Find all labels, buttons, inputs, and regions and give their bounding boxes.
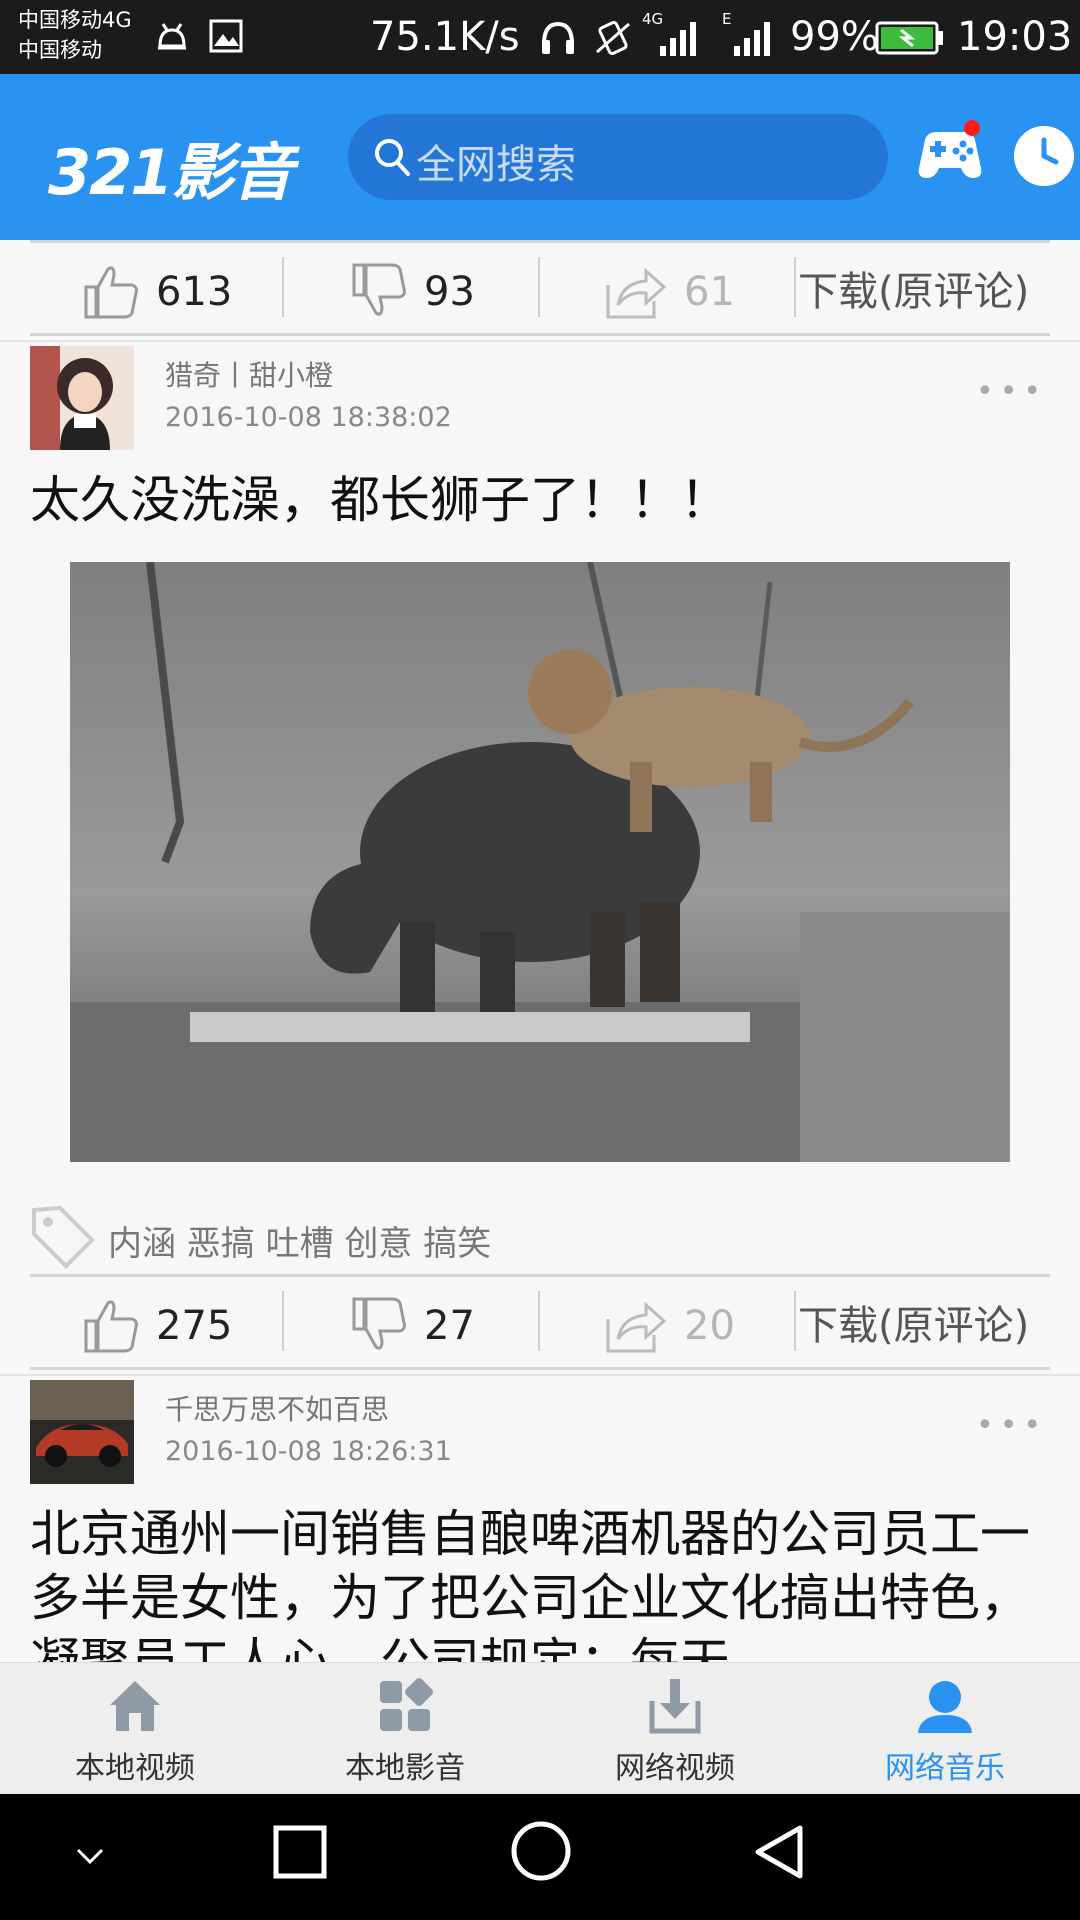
like-button[interactable]: 613 [80,243,280,339]
thumbs-down-icon [352,1297,406,1350]
share-count: 20 [684,1303,735,1349]
share-icon [606,1301,667,1353]
content-feed[interactable]: 613 93 61 下载(原评论) 猎奇丨甜小橙 2016-10-08 18:3… [0,240,1080,1662]
tag-icon [32,1205,95,1269]
post-date: 2016-10-08 18:26:31 [165,1436,452,1467]
post-date: 2016-10-08 18:38:02 [165,402,452,433]
carrier-line-2: 中国移动 [18,38,102,62]
post-action-bar: 613 93 61 下载(原评论) [30,240,1050,336]
dislike-button[interactable]: 27 [348,1277,528,1373]
avatar[interactable] [30,346,134,450]
dislike-count: 27 [424,1303,475,1349]
notification-dot [964,120,980,136]
tab-label: 本地影音 [345,1751,465,1786]
thumbs-up-icon [84,266,138,319]
dislike-count: 93 [424,269,475,315]
carrier-info: 中国移动4G 中国移动 [18,5,132,65]
clock-time: 19:03 [957,14,1073,60]
post-title[interactable]: 北京通州一间销售自酿啤酒机器的公司员工一多半是女性，为了把公司企业文化搞出特色，… [30,1502,1050,1662]
share-icon [606,267,667,319]
app-logo: 321影音 [48,136,293,209]
battery-icon [875,21,943,55]
more-options-button[interactable]: ••• [976,374,1047,409]
vibrate-icon [596,20,630,56]
tab-online-video[interactable]: 网络视频 [540,1663,810,1795]
post-separator [0,340,1080,342]
thumbs-down-icon [352,263,406,316]
post-separator [0,1374,1080,1376]
dislike-button[interactable]: 93 [348,243,528,339]
tab-label: 网络音乐 [885,1751,1005,1786]
sports-car-avatar [30,1380,134,1484]
signal-icon [660,22,696,56]
like-count: 275 [156,1303,233,1349]
like-button[interactable]: 275 [80,1277,280,1373]
tag-list[interactable]: 内涵 恶搞 吐槽 创意 搞笑 [108,1216,491,1265]
share-button[interactable]: 61 [604,243,764,339]
headphones-icon [542,21,574,54]
search-placeholder: 全网搜索 [416,142,576,188]
home-circle-icon[interactable] [510,1820,572,1882]
bottom-tab-bar: 本地视频 本地影音 网络视频 网络音乐 [0,1662,1080,1794]
like-count: 613 [156,269,233,315]
post-author[interactable]: 千思万思不如百思 [165,1388,389,1428]
network-speed: 75.1K/s [370,14,520,60]
divider [538,257,540,317]
battery-percent: 99% [790,14,879,60]
carrier-line-1: 中国移动4G [18,8,132,32]
search-icon [375,139,410,176]
divider [282,257,284,317]
signal-icon-2 [734,22,770,56]
post-action-bar: 275 27 20 下载(原评论) [30,1274,1050,1370]
recents-square-icon[interactable] [272,1824,328,1880]
post-image[interactable] [70,562,1010,1162]
image-icon [209,19,243,53]
divider [794,257,796,317]
system-navigation-bar [0,1794,1080,1920]
post-title[interactable]: 太久没洗澡，都长狮子了！！！ [30,468,1050,532]
hippo-lion-photo [70,562,1010,1162]
more-options-button[interactable]: ••• [976,1408,1047,1443]
divider [282,1291,284,1351]
download-icon [649,1679,701,1734]
status-bar: 中国移动4G 中国移动 75.1K/s 4G E 99% 19:03 [0,0,1080,74]
back-triangle-icon[interactable] [750,1822,808,1882]
download-button[interactable]: 下载(原评论) [798,259,1029,317]
search-input[interactable]: 全网搜索 [348,114,888,200]
divider [794,1291,796,1351]
android-icon [158,23,186,50]
share-count: 61 [684,269,735,315]
tab-label: 本地视频 [75,1751,195,1786]
tab-online-music[interactable]: 网络音乐 [810,1663,1080,1795]
app-header: 321影音 全网搜索 [0,74,1080,240]
tab-local-media[interactable]: 本地影音 [270,1663,540,1795]
grid-icon [380,1678,433,1731]
thumbs-up-icon [84,1300,138,1353]
user-icon [918,1681,972,1733]
clock-icon[interactable] [1014,126,1074,186]
share-button[interactable]: 20 [604,1277,764,1373]
collapse-chevron-icon[interactable] [72,1838,108,1874]
post-author[interactable]: 猎奇丨甜小橙 [165,354,333,394]
tab-label: 网络视频 [615,1751,735,1786]
avatar[interactable] [30,1380,134,1484]
divider [538,1291,540,1351]
anime-girl-avatar [30,346,134,450]
download-button[interactable]: 下载(原评论) [798,1293,1029,1351]
tab-local-video[interactable]: 本地视频 [0,1663,270,1795]
home-icon [110,1681,160,1731]
